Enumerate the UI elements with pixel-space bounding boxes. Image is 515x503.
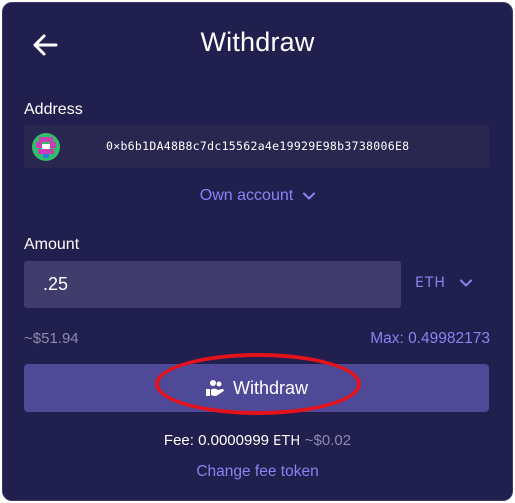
identicon-avatar bbox=[32, 133, 60, 161]
change-fee-token-link[interactable]: Change fee token bbox=[3, 463, 512, 481]
own-account-label: Own account bbox=[199, 187, 294, 204]
amount-input[interactable] bbox=[24, 261, 401, 308]
token-select[interactable]: ETH bbox=[415, 275, 472, 291]
usd-value: ~$51.94 bbox=[24, 330, 79, 347]
own-account-dropdown[interactable]: Own account bbox=[3, 187, 512, 205]
chevron-down-icon bbox=[303, 192, 316, 200]
amount-field[interactable] bbox=[24, 261, 401, 308]
fee-prefix: Fee: bbox=[163, 432, 194, 449]
address-field: 0×b6b1DA48B8c7dc15562a4e19929E98b3738006… bbox=[24, 125, 489, 168]
token-label: ETH bbox=[415, 275, 446, 291]
address-value[interactable]: 0×b6b1DA48B8c7dc15562a4e19929E98b3738006… bbox=[106, 139, 409, 153]
hand-coins-icon bbox=[205, 380, 224, 397]
page-title: Withdraw bbox=[200, 27, 315, 57]
fee-usd: ~$0.02 bbox=[304, 432, 352, 449]
withdraw-panel: Withdraw Address 0×b6b1DA48B8c7dc15562a4… bbox=[2, 2, 513, 501]
amount-label: Amount bbox=[24, 236, 80, 253]
fee-token: ETH bbox=[273, 434, 301, 449]
chevron-down-icon bbox=[459, 279, 472, 287]
max-button[interactable]: Max: 0.49982173 bbox=[370, 330, 490, 348]
fee-line: Fee: 0.0000999 ETH ~$0.02 bbox=[3, 432, 512, 449]
address-label: Address bbox=[24, 101, 83, 118]
withdraw-button-label: Withdraw bbox=[232, 377, 308, 398]
fee-amount: 0.0000999 bbox=[198, 432, 269, 449]
withdraw-button[interactable]: Withdraw bbox=[24, 364, 489, 412]
